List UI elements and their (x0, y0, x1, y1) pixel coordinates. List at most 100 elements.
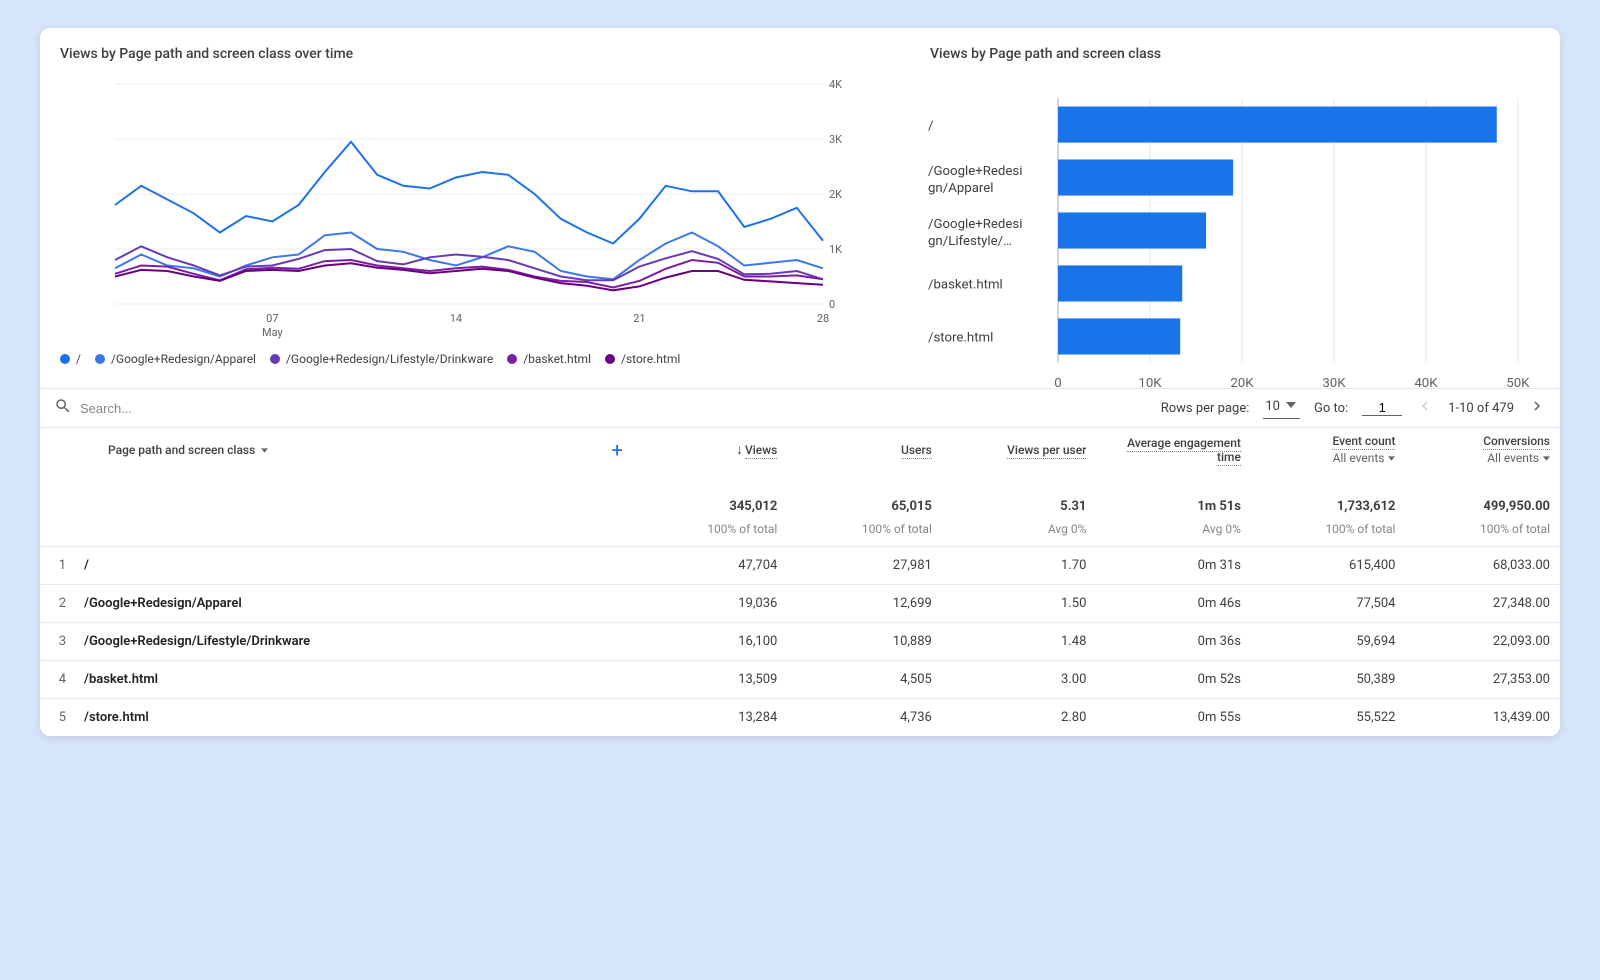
line-chart-title: Views by Page path and screen class over… (60, 46, 912, 62)
svg-text:30K: 30K (1322, 376, 1346, 391)
cell-aet: 0m 31s (1096, 547, 1251, 585)
cell-vpu: 1.70 (942, 547, 1097, 585)
svg-text:/Google+Redesi: /Google+Redesi (928, 164, 1022, 179)
cell-conv: 13,439.00 (1405, 699, 1560, 737)
column-sub-filter[interactable]: All events (1415, 451, 1550, 465)
goto-input[interactable] (1362, 400, 1402, 416)
report-card: Views by Page path and screen class over… (40, 28, 1560, 736)
legend-dot-icon (507, 354, 517, 364)
line-chart[interactable]: 01K2K3K4K07142128May (58, 74, 912, 344)
cell-aet: 0m 46s (1096, 585, 1251, 623)
path-cell: /store.html (84, 710, 149, 725)
add-dimension-button[interactable]: + (611, 440, 622, 460)
cell-aet: 0m 55s (1096, 699, 1251, 737)
rows-per-page-label: Rows per page: (1161, 401, 1250, 416)
column-header-views[interactable]: ↓Views (633, 428, 788, 472)
search-input[interactable] (80, 401, 1153, 416)
svg-text:10K: 10K (1138, 376, 1162, 391)
totals-sub-row: 100% of total100% of totalAvg 0%Avg 0%10… (40, 520, 1560, 547)
cell-users: 4,505 (787, 661, 942, 699)
legend-item[interactable]: / (60, 352, 81, 366)
svg-text:gn/Lifestyle/…: gn/Lifestyle/… (928, 234, 1012, 249)
legend-item[interactable]: /basket.html (507, 352, 591, 366)
total-vpu: 5.31 (942, 471, 1097, 520)
cell-vpu: 1.50 (942, 585, 1097, 623)
legend-item[interactable]: /Google+Redesign/Lifestyle/Drinkware (270, 352, 493, 366)
svg-text:2K: 2K (829, 188, 842, 201)
legend-label: /store.html (621, 352, 680, 366)
rows-per-page-select[interactable]: 10 (1263, 397, 1300, 419)
cell-views: 19,036 (633, 585, 788, 623)
cell-aet: 0m 36s (1096, 623, 1251, 661)
cell-events: 55,522 (1251, 699, 1406, 737)
legend-label: /basket.html (523, 352, 591, 366)
cell-events: 50,389 (1251, 661, 1406, 699)
cell-views: 13,509 (633, 661, 788, 699)
svg-text:/basket.html: /basket.html (928, 277, 1003, 292)
data-table: Page path and screen class + ↓ViewsUsers… (40, 427, 1560, 736)
total-views: 345,012 (633, 471, 788, 520)
column-header-path[interactable]: Page path and screen class + (40, 428, 633, 472)
path-cell: /basket.html (84, 672, 158, 687)
rows-per-page-value: 10 (1265, 399, 1280, 414)
cell-conv: 22,093.00 (1405, 623, 1560, 661)
svg-text:28: 28 (817, 312, 829, 325)
line-chart-legend: / /Google+Redesign/Apparel /Google+Redes… (58, 344, 912, 382)
table-row[interactable]: 5/store.html13,2844,7362.800m 55s55,5221… (40, 699, 1560, 737)
cell-conv: 27,348.00 (1405, 585, 1560, 623)
column-header-conv[interactable]: ConversionsAll events (1405, 428, 1560, 472)
legend-item[interactable]: /store.html (605, 352, 680, 366)
total-sub-vpu: Avg 0% (942, 520, 1097, 547)
cell-views: 47,704 (633, 547, 788, 585)
column-header-vpu[interactable]: Views per user (942, 428, 1097, 472)
legend-dot-icon (60, 354, 70, 364)
column-sub-filter[interactable]: All events (1261, 451, 1396, 465)
cell-users: 4,736 (787, 699, 942, 737)
total-sub-views: 100% of total (633, 520, 788, 547)
total-events: 1,733,612 (1251, 471, 1406, 520)
prev-page-button[interactable] (1416, 397, 1434, 419)
svg-text:1K: 1K (829, 243, 842, 256)
chevron-down-icon (261, 443, 268, 457)
goto-label: Go to: (1314, 401, 1348, 416)
cell-aet: 0m 52s (1096, 661, 1251, 699)
svg-text:May: May (262, 326, 284, 339)
svg-text:0: 0 (1054, 376, 1061, 391)
bar-chart[interactable]: 010K20K30K40K50K//Google+Redesign/Appare… (928, 74, 1542, 344)
column-header-aet[interactable]: Average engagement time (1096, 428, 1251, 472)
table-row[interactable]: 3/Google+Redesign/Lifestyle/Drinkware16,… (40, 623, 1560, 661)
svg-text:50K: 50K (1506, 376, 1530, 391)
legend-dot-icon (270, 354, 280, 364)
svg-text:3K: 3K (829, 133, 842, 146)
path-cell: /Google+Redesign/Apparel (84, 596, 242, 611)
svg-text:/: / (928, 118, 934, 133)
cell-users: 10,889 (787, 623, 942, 661)
sort-desc-icon: ↓ (736, 442, 743, 458)
svg-text:4K: 4K (829, 78, 842, 91)
svg-text:21: 21 (633, 312, 645, 325)
page-range: 1-10 of 479 (1448, 401, 1514, 416)
total-sub-events: 100% of total (1251, 520, 1406, 547)
svg-text:0: 0 (829, 298, 835, 311)
cell-events: 77,504 (1251, 585, 1406, 623)
cell-conv: 27,353.00 (1405, 661, 1560, 699)
column-header-users[interactable]: Users (787, 428, 942, 472)
table-row[interactable]: 1/47,70427,9811.700m 31s615,40068,033.00 (40, 547, 1560, 585)
total-users: 65,015 (787, 471, 942, 520)
legend-item[interactable]: /Google+Redesign/Apparel (95, 352, 256, 366)
next-page-button[interactable] (1528, 397, 1546, 419)
total-sub-conv: 100% of total (1405, 520, 1560, 547)
pager: Rows per page: 10 Go to: 1-10 of 479 (1161, 397, 1546, 419)
search-icon (54, 397, 72, 419)
total-aet: 1m 51s (1096, 471, 1251, 520)
svg-text:/Google+Redesi: /Google+Redesi (928, 217, 1022, 232)
table-header-row: Page path and screen class + ↓ViewsUsers… (40, 428, 1560, 472)
table-row[interactable]: 4/basket.html13,5094,5053.000m 52s50,389… (40, 661, 1560, 699)
cell-vpu: 1.48 (942, 623, 1097, 661)
cell-conv: 68,033.00 (1405, 547, 1560, 585)
column-header-events[interactable]: Event countAll events (1251, 428, 1406, 472)
svg-text:14: 14 (450, 312, 462, 325)
table-row[interactable]: 2/Google+Redesign/Apparel19,03612,6991.5… (40, 585, 1560, 623)
bar-chart-title: Views by Page path and screen class (930, 46, 1542, 62)
cell-vpu: 2.80 (942, 699, 1097, 737)
